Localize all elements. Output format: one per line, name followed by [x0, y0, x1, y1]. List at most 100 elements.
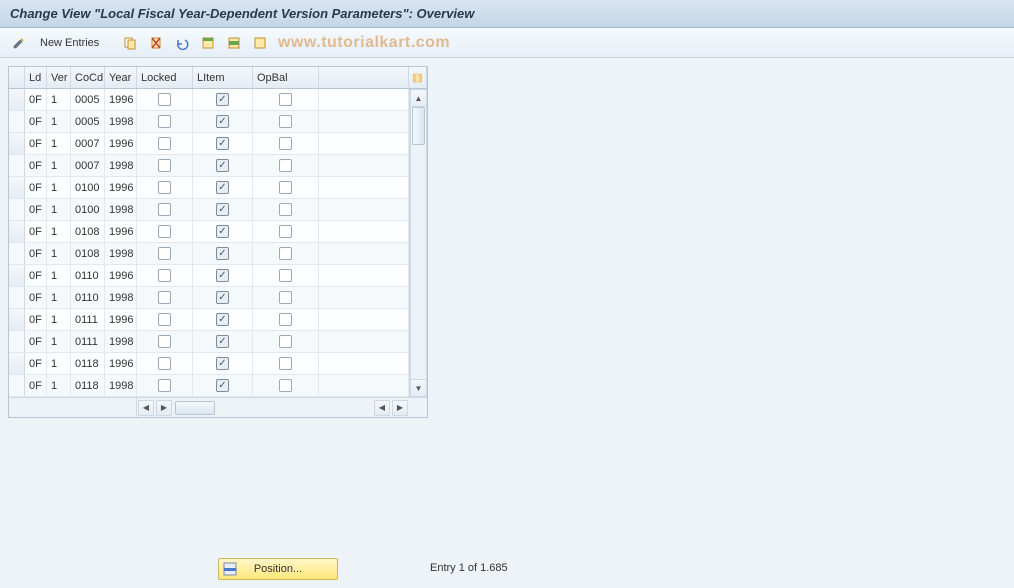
- checkbox-opbal[interactable]: [279, 93, 292, 106]
- cell-opbal[interactable]: [253, 199, 319, 220]
- cell-opbal[interactable]: [253, 287, 319, 308]
- cell-cocd[interactable]: 0005: [71, 89, 105, 110]
- cell-cocd[interactable]: 0108: [71, 243, 105, 264]
- cell-litem[interactable]: [193, 155, 253, 176]
- table-row[interactable]: 0F100071998: [9, 155, 427, 177]
- checkbox-litem[interactable]: [216, 247, 229, 260]
- cell-cocd[interactable]: 0007: [71, 155, 105, 176]
- deselect-all-icon[interactable]: [249, 33, 271, 53]
- cell-year[interactable]: 1998: [105, 243, 137, 264]
- cell-litem[interactable]: [193, 199, 253, 220]
- cell-litem[interactable]: [193, 243, 253, 264]
- checkbox-litem[interactable]: [216, 93, 229, 106]
- cell-year[interactable]: 1996: [105, 177, 137, 198]
- cell-opbal[interactable]: [253, 89, 319, 110]
- cell-ver[interactable]: 1: [47, 199, 71, 220]
- cell-locked[interactable]: [137, 287, 193, 308]
- cell-cocd[interactable]: 0108: [71, 221, 105, 242]
- cell-ver[interactable]: 1: [47, 309, 71, 330]
- row-selector[interactable]: [9, 221, 25, 242]
- toggle-display-change-icon[interactable]: [8, 33, 30, 53]
- cell-locked[interactable]: [137, 375, 193, 396]
- checkbox-litem[interactable]: [216, 379, 229, 392]
- cell-opbal[interactable]: [253, 375, 319, 396]
- cell-year[interactable]: 1998: [105, 199, 137, 220]
- cell-litem[interactable]: [193, 265, 253, 286]
- row-selector[interactable]: [9, 177, 25, 198]
- new-entries-button[interactable]: New Entries: [34, 33, 105, 53]
- cell-ld[interactable]: 0F: [25, 199, 47, 220]
- cell-opbal[interactable]: [253, 353, 319, 374]
- cell-year[interactable]: 1998: [105, 111, 137, 132]
- row-selector[interactable]: [9, 309, 25, 330]
- cell-cocd[interactable]: 0118: [71, 375, 105, 396]
- cell-ld[interactable]: 0F: [25, 309, 47, 330]
- checkbox-locked[interactable]: [158, 313, 171, 326]
- checkbox-opbal[interactable]: [279, 137, 292, 150]
- checkbox-locked[interactable]: [158, 269, 171, 282]
- checkbox-opbal[interactable]: [279, 115, 292, 128]
- cell-ver[interactable]: 1: [47, 287, 71, 308]
- cell-opbal[interactable]: [253, 111, 319, 132]
- table-row[interactable]: 0F101101998: [9, 287, 427, 309]
- hscroll-right-icon[interactable]: ▶: [156, 400, 172, 416]
- cell-locked[interactable]: [137, 309, 193, 330]
- cell-litem[interactable]: [193, 287, 253, 308]
- cell-ver[interactable]: 1: [47, 353, 71, 374]
- cell-year[interactable]: 1996: [105, 309, 137, 330]
- checkbox-locked[interactable]: [158, 291, 171, 304]
- cell-locked[interactable]: [137, 111, 193, 132]
- col-header-opbal[interactable]: OpBal: [253, 67, 319, 88]
- cell-year[interactable]: 1996: [105, 133, 137, 154]
- cell-ld[interactable]: 0F: [25, 155, 47, 176]
- cell-cocd[interactable]: 0007: [71, 133, 105, 154]
- scroll-thumb[interactable]: [412, 107, 425, 145]
- table-row[interactable]: 0F101101996: [9, 265, 427, 287]
- hscroll-thumb[interactable]: [175, 401, 215, 415]
- cell-locked[interactable]: [137, 199, 193, 220]
- col-header-year[interactable]: Year: [105, 67, 137, 88]
- row-selector[interactable]: [9, 111, 25, 132]
- cell-litem[interactable]: [193, 89, 253, 110]
- cell-ld[interactable]: 0F: [25, 375, 47, 396]
- col-header-cocd[interactable]: CoCd: [71, 67, 105, 88]
- checkbox-opbal[interactable]: [279, 247, 292, 260]
- cell-ver[interactable]: 1: [47, 243, 71, 264]
- table-row[interactable]: 0F101081996: [9, 221, 427, 243]
- cell-locked[interactable]: [137, 265, 193, 286]
- row-selector[interactable]: [9, 331, 25, 352]
- checkbox-opbal[interactable]: [279, 203, 292, 216]
- col-header-litem[interactable]: LItem: [193, 67, 253, 88]
- checkbox-locked[interactable]: [158, 335, 171, 348]
- cell-ver[interactable]: 1: [47, 177, 71, 198]
- cell-year[interactable]: 1996: [105, 221, 137, 242]
- checkbox-litem[interactable]: [216, 137, 229, 150]
- checkbox-litem[interactable]: [216, 225, 229, 238]
- table-row[interactable]: 0F101001998: [9, 199, 427, 221]
- cell-opbal[interactable]: [253, 155, 319, 176]
- select-block-icon[interactable]: [223, 33, 245, 53]
- cell-cocd[interactable]: 0005: [71, 111, 105, 132]
- row-selector[interactable]: [9, 353, 25, 374]
- cell-ver[interactable]: 1: [47, 133, 71, 154]
- checkbox-locked[interactable]: [158, 137, 171, 150]
- cell-litem[interactable]: [193, 221, 253, 242]
- cell-cocd[interactable]: 0100: [71, 199, 105, 220]
- col-header-locked[interactable]: Locked: [137, 67, 193, 88]
- table-row[interactable]: 0F100051998: [9, 111, 427, 133]
- cell-year[interactable]: 1998: [105, 287, 137, 308]
- scroll-up-icon[interactable]: ▲: [410, 89, 427, 107]
- configure-columns-icon[interactable]: [409, 67, 427, 88]
- checkbox-locked[interactable]: [158, 247, 171, 260]
- cell-locked[interactable]: [137, 243, 193, 264]
- cell-locked[interactable]: [137, 89, 193, 110]
- col-header-ld[interactable]: Ld: [25, 67, 47, 88]
- cell-cocd[interactable]: 0100: [71, 177, 105, 198]
- cell-ver[interactable]: 1: [47, 155, 71, 176]
- cell-litem[interactable]: [193, 331, 253, 352]
- checkbox-locked[interactable]: [158, 93, 171, 106]
- checkbox-opbal[interactable]: [279, 269, 292, 282]
- cell-ld[interactable]: 0F: [25, 133, 47, 154]
- checkbox-opbal[interactable]: [279, 335, 292, 348]
- cell-opbal[interactable]: [253, 243, 319, 264]
